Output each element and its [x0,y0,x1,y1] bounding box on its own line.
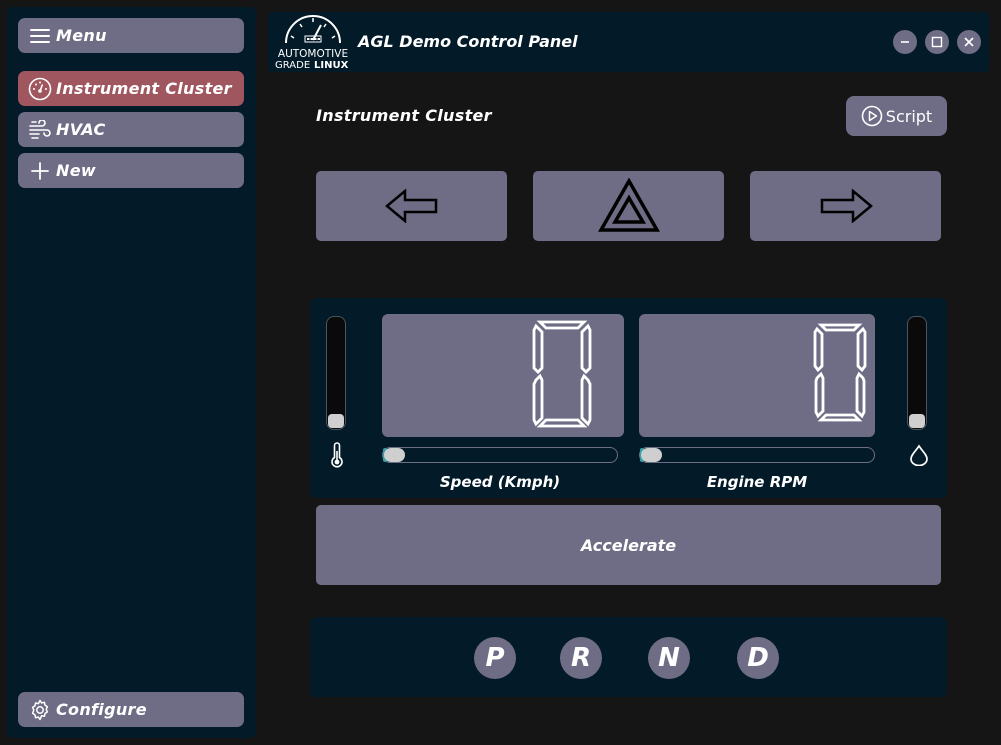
gear-icon [28,698,52,722]
rpm-slider[interactable] [639,447,875,463]
sidebar-item-hvac[interactable]: HVAC [18,112,244,147]
logo-text-linux: LINUX [314,60,349,71]
page-title: Instrument Cluster [316,106,492,125]
sidebar-item-new[interactable]: New [18,153,244,188]
agl-logo: AUTOMOTIVE GRADE LINUX [274,13,352,71]
gear-p-button[interactable]: P [474,637,516,679]
sidebar-item-label: HVAC [56,120,106,139]
speed-value-digit [532,320,592,428]
left-arrow-icon [384,189,437,223]
maximize-icon [931,36,943,48]
rpm-display: 0 [639,314,875,437]
rpm-value-digit [813,323,867,422]
sidebar-item-label: Instrument Cluster [56,79,232,98]
hazard-button[interactable] [533,171,724,241]
menu-button[interactable]: Menu [18,18,244,53]
temperature-slider[interactable] [326,316,346,430]
speed-slider[interactable] [382,447,618,463]
minimize-icon [901,41,909,43]
plus-icon [28,159,52,183]
cluster-panel: 0 0 Speed (Kmph) Engine RPM [310,298,947,498]
slider-thumb[interactable] [384,448,405,462]
gear-n-button[interactable]: N [648,637,690,679]
logo-text-automotive: AUTOMOTIVE [278,48,348,60]
hazard-icon [597,178,660,232]
close-button[interactable] [957,30,981,54]
wind-icon [28,118,52,142]
speedometer-icon [28,77,52,101]
logo-text-grade: GRADE [275,60,310,71]
maximize-button[interactable] [925,30,949,54]
script-button[interactable]: Script [846,96,947,136]
speed-label: Speed (Kmph) [439,473,561,491]
hamburger-icon [28,24,52,48]
right-arrow-icon [820,189,873,223]
sidebar-item-label: New [56,161,96,180]
thermometer-icon [331,442,343,468]
close-icon [964,37,974,47]
slider-thumb[interactable] [641,448,662,462]
accelerate-button[interactable]: Accelerate [316,505,941,585]
script-label: Script [885,106,933,126]
sidebar-item-instrument-cluster[interactable]: Instrument Cluster [18,71,244,106]
speed-display: 0 [382,314,624,437]
left-turn-button[interactable] [316,171,507,241]
configure-button[interactable]: Configure [18,692,244,727]
gear-d-button[interactable]: D [737,637,779,679]
slider-thumb[interactable] [909,414,925,428]
gear-selector: P R N D [310,617,947,697]
right-turn-button[interactable] [750,171,941,241]
rpm-label: Engine RPM [706,473,808,491]
configure-label: Configure [56,700,147,719]
app-title: AGL Demo Control Panel [358,32,578,51]
droplet-icon [910,444,928,466]
slider-thumb[interactable] [328,414,344,428]
menu-label: Menu [56,26,107,45]
minimize-button[interactable] [893,30,917,54]
fuel-slider[interactable] [907,316,927,430]
play-circle-icon [861,105,883,127]
gear-r-button[interactable]: R [560,637,602,679]
title-bar: AUTOMOTIVE GRADE LINUX AGL Demo Control … [268,12,989,72]
sidebar: Menu Instrument Cluster HVAC New Configu… [7,7,256,738]
